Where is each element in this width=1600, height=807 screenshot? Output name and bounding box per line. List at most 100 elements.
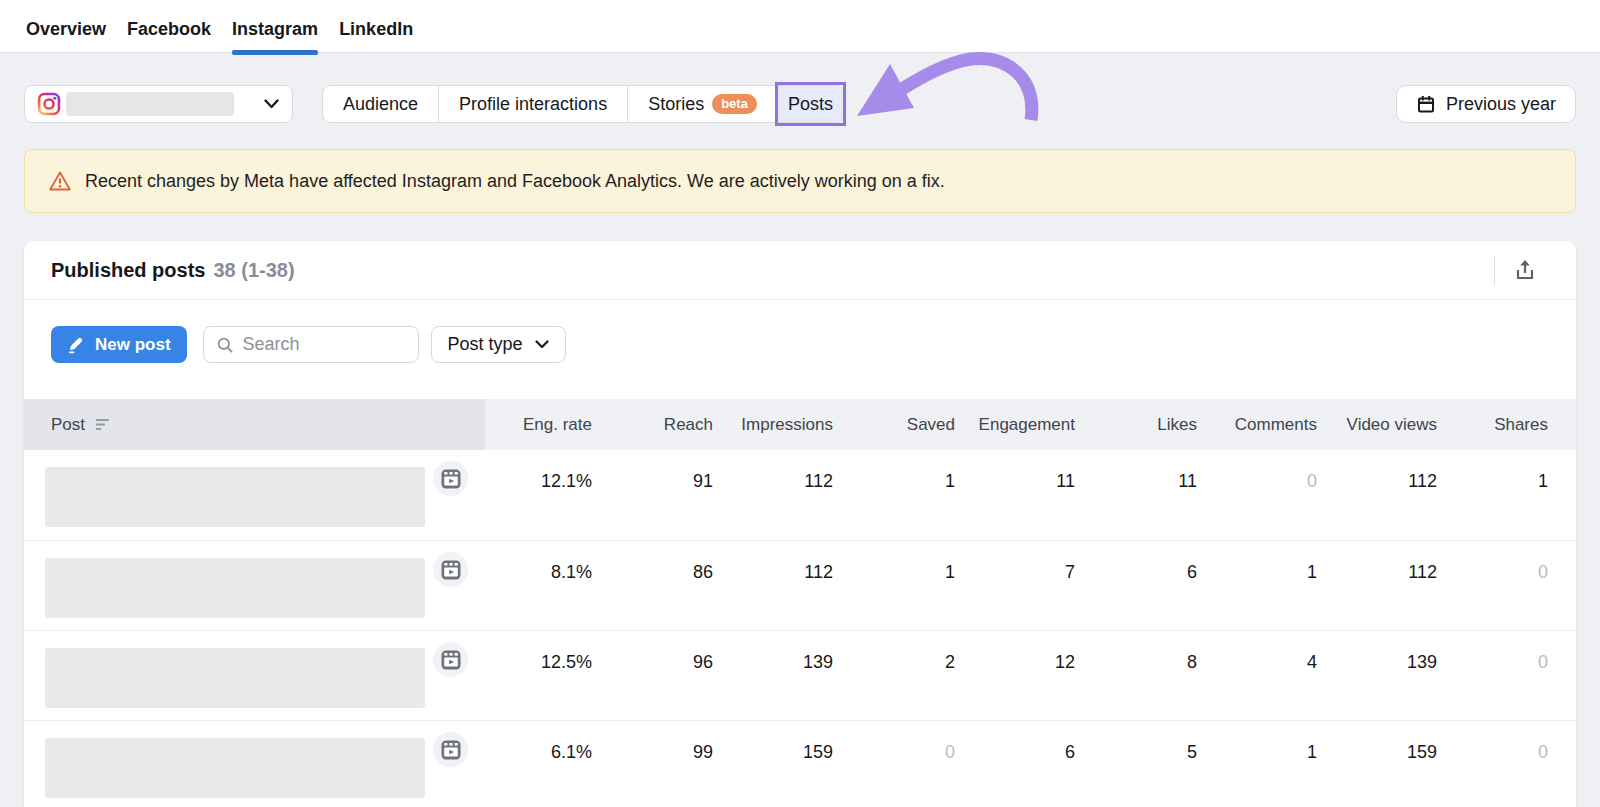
card-title: Published posts (51, 259, 205, 282)
cell-eng-rate: 6.1% (485, 721, 592, 807)
tab-instagram[interactable]: Instagram (232, 19, 318, 52)
post-thumbnail-placeholder (45, 738, 425, 798)
cell-comments: 0 (1197, 450, 1317, 540)
table-row[interactable]: 6.1%9915906511590 (24, 720, 1576, 807)
cell-eng-rate: 12.5% (485, 631, 592, 720)
tab-overview[interactable]: Overview (26, 19, 106, 52)
new-post-button[interactable]: New post (51, 326, 187, 363)
post-cell[interactable] (24, 721, 485, 807)
segment-audience[interactable]: Audience (323, 86, 438, 122)
cell-reach: 96 (592, 631, 713, 720)
instagram-icon (36, 91, 62, 117)
cell-likes: 6 (1075, 541, 1197, 630)
video-post-icon (433, 732, 468, 767)
header-divider (1494, 255, 1495, 285)
cell-shares: 0 (1437, 631, 1576, 720)
cell-video-views: 159 (1317, 721, 1437, 807)
cell-comments: 1 (1197, 721, 1317, 807)
segment-profile-interactions[interactable]: Profile interactions (438, 86, 627, 122)
table-header: Post Eng. rateReachImpressionsSavedEngag… (24, 399, 1576, 450)
video-post-icon (433, 552, 468, 587)
controls-row: Audience Profile interactions Storiesbet… (24, 85, 1576, 123)
warning-text: Recent changes by Meta have affected Ins… (85, 171, 945, 192)
cell-shares: 1 (1437, 450, 1576, 540)
beta-badge: beta (712, 94, 757, 114)
search-icon (216, 336, 234, 354)
cell-reach: 86 (592, 541, 713, 630)
pencil-icon (67, 335, 86, 354)
cell-engagement: 12 (955, 631, 1075, 720)
post-thumbnail-placeholder (45, 558, 425, 618)
column-header-impressions[interactable]: Impressions (713, 399, 833, 450)
card-header: Published posts 38 (1-38) (24, 241, 1576, 300)
column-header-saved[interactable]: Saved (833, 399, 955, 450)
post-cell[interactable] (24, 450, 485, 540)
post-type-dropdown[interactable]: Post type (431, 326, 566, 363)
cell-comments: 1 (1197, 541, 1317, 630)
cell-saved: 1 (833, 450, 955, 540)
account-name-redacted (66, 92, 234, 116)
cell-eng-rate: 12.1% (485, 450, 592, 540)
top-navigation: Overview Facebook Instagram LinkedIn (0, 0, 1600, 53)
cell-comments: 4 (1197, 631, 1317, 720)
cell-impressions: 112 (713, 541, 833, 630)
column-header-eng-rate[interactable]: Eng. rate (485, 399, 592, 450)
cell-engagement: 11 (955, 450, 1075, 540)
chevron-down-icon (535, 340, 549, 349)
video-post-icon (433, 461, 468, 496)
search-input[interactable] (243, 334, 406, 355)
post-cell[interactable] (24, 541, 485, 630)
column-header-shares[interactable]: Shares (1437, 399, 1576, 450)
post-cell[interactable] (24, 631, 485, 720)
warning-banner: Recent changes by Meta have affected Ins… (24, 149, 1576, 213)
video-post-icon (433, 642, 468, 677)
report-tabs: Audience Profile interactions Storiesbet… (322, 85, 844, 123)
segment-posts[interactable]: Posts (777, 86, 843, 122)
cell-saved: 1 (833, 541, 955, 630)
export-button[interactable] (1512, 257, 1538, 283)
search-box (203, 326, 419, 363)
column-header-post[interactable]: Post (24, 399, 485, 450)
cell-reach: 99 (592, 721, 713, 807)
cell-reach: 91 (592, 450, 713, 540)
cell-shares: 0 (1437, 721, 1576, 807)
cell-likes: 8 (1075, 631, 1197, 720)
column-header-reach[interactable]: Reach (592, 399, 713, 450)
warning-icon (48, 169, 72, 193)
previous-year-button[interactable]: Previous year (1396, 85, 1576, 123)
cell-video-views: 112 (1317, 450, 1437, 540)
cell-engagement: 7 (955, 541, 1075, 630)
cell-video-views: 139 (1317, 631, 1437, 720)
table-body: 12.1%911121111101121 8.1%8611217611120 1… (24, 450, 1576, 807)
post-thumbnail-placeholder (45, 467, 425, 527)
cell-impressions: 139 (713, 631, 833, 720)
published-posts-card: Published posts 38 (1-38) New p (24, 241, 1576, 807)
cell-saved: 2 (833, 631, 955, 720)
cell-likes: 5 (1075, 721, 1197, 807)
account-selector[interactable] (24, 85, 293, 123)
tab-facebook[interactable]: Facebook (127, 19, 211, 52)
posts-count: 38 (1-38) (213, 259, 294, 282)
post-thumbnail-placeholder (45, 648, 425, 708)
column-header-video-views[interactable]: Video views (1317, 399, 1437, 450)
cell-likes: 11 (1075, 450, 1197, 540)
table-row[interactable]: 12.5%96139212841390 (24, 630, 1576, 720)
table-row[interactable]: 8.1%8611217611120 (24, 540, 1576, 630)
cell-impressions: 159 (713, 721, 833, 807)
sort-descending-icon (95, 418, 110, 431)
table-toolbar: New post Post type (24, 300, 1576, 399)
column-header-likes[interactable]: Likes (1075, 399, 1197, 450)
tab-linkedin[interactable]: LinkedIn (339, 19, 413, 52)
cell-impressions: 112 (713, 450, 833, 540)
table-row[interactable]: 12.1%911121111101121 (24, 450, 1576, 540)
cell-eng-rate: 8.1% (485, 541, 592, 630)
column-header-engagement[interactable]: Engagement (955, 399, 1075, 450)
calendar-icon (1416, 94, 1436, 114)
cell-saved: 0 (833, 721, 955, 807)
column-header-comments[interactable]: Comments (1197, 399, 1317, 450)
segment-stories[interactable]: Storiesbeta (627, 86, 777, 122)
chevron-down-icon (264, 99, 279, 109)
cell-shares: 0 (1437, 541, 1576, 630)
cell-video-views: 112 (1317, 541, 1437, 630)
cell-engagement: 6 (955, 721, 1075, 807)
